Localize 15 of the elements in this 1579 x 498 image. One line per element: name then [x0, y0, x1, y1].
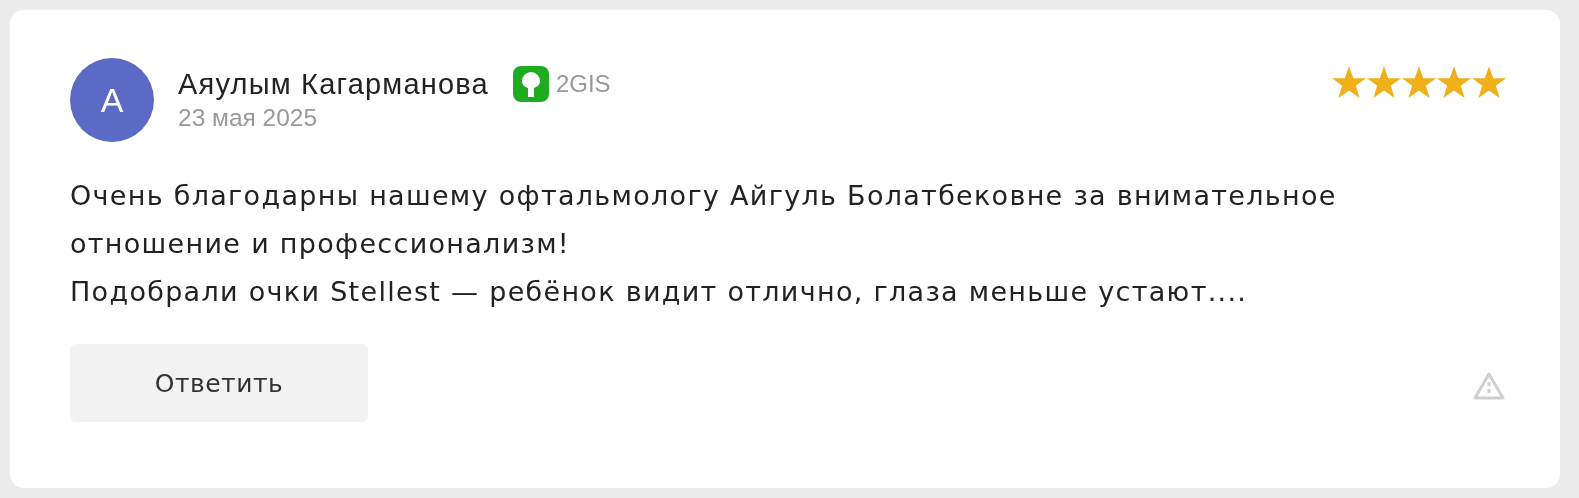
- source-label: 2GIS: [555, 70, 611, 98]
- star-icon: [1472, 66, 1506, 99]
- avatar: А: [70, 58, 154, 142]
- star-icon: [1332, 66, 1366, 99]
- warning-icon[interactable]: [1472, 371, 1506, 401]
- review-text-line: Подобрали очки Stellest — ребёнок видит отлично, глаза меньше устают....: [70, 275, 1249, 309]
- review-text-line: отношение и профессионализм!: [70, 227, 571, 261]
- author-name: Аяулым Кагарманова: [178, 67, 489, 101]
- star-icon: [1402, 66, 1436, 99]
- star-icon: [1367, 66, 1401, 99]
- reply-button[interactable]: Ответить: [70, 344, 368, 422]
- map-pin-logo-icon: [512, 66, 549, 102]
- review-date: 23 мая 2025: [178, 104, 319, 132]
- star-icon: [1437, 66, 1471, 99]
- review-text-line: Очень благодарны нашему офтальмологу Айгуль Болатбековне за внимательное: [70, 179, 1338, 213]
